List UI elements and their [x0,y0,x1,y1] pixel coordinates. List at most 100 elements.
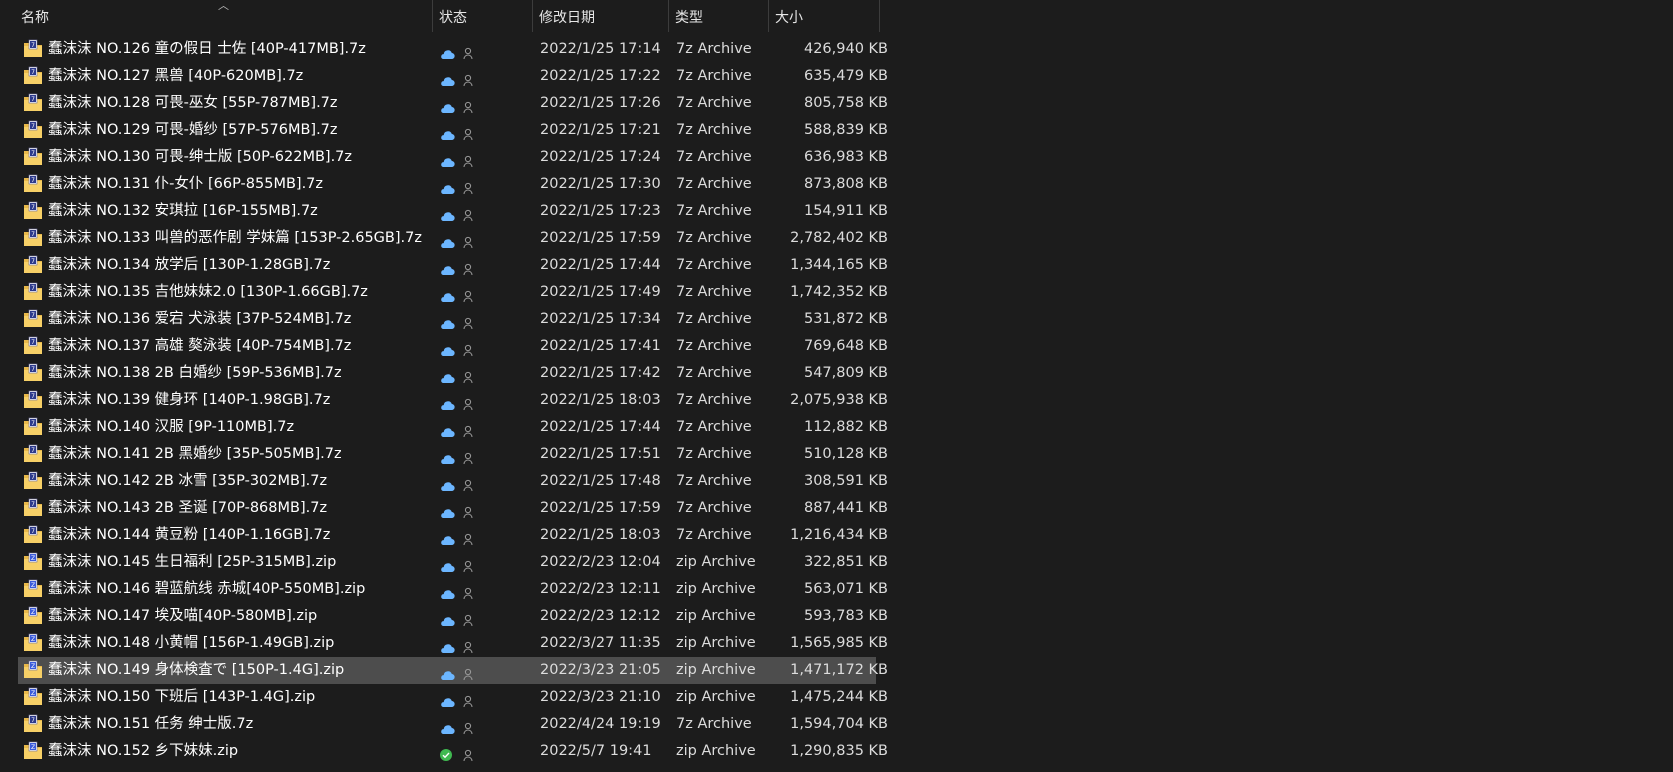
svg-text:7: 7 [31,285,35,292]
file-name: 蠢沫沫 NO.131 仆-女仆 [66P-855MB].7z [48,176,324,192]
file-row[interactable]: 7 蠢沫沫 NO.129 可畏-婚纱 [57P-576MB].7z 2022/1… [18,117,888,144]
cloud-icon [439,718,455,734]
file-row[interactable]: 7 蠢沫沫 NO.133 叫兽的恶作剧 学妹篇 [153P-2.65GB].7z… [18,225,888,252]
7z-archive-icon: 7 [23,336,43,356]
column-header-modified-label: 修改日期 [539,10,595,26]
file-status [439,495,479,522]
file-modified-date: 2022/1/25 17:30 [540,176,661,192]
file-row[interactable]: 7 蠢沫沫 NO.138 2B 白婚纱 [59P-536MB].7z 2022/… [18,360,888,387]
file-status [439,306,479,333]
file-row[interactable]: 7 蠢沫沫 NO.139 健身环 [140P-1.98GB].7z 2022/1… [18,387,888,414]
person-icon [463,205,475,221]
file-row[interactable]: Z 蠢沫沫 NO.150 下班后 [143P-1.4G].zip 2022/3/… [18,684,888,711]
file-row[interactable]: 7 蠢沫沫 NO.143 2B 圣诞 [70P-868MB].7z 2022/1… [18,495,888,522]
file-modified-date: 2022/1/25 17:48 [540,473,661,489]
file-size: 1,471,172 KB [790,662,888,678]
file-row[interactable]: 7 蠢沫沫 NO.137 高雄 獒泳装 [40P-754MB].7z 2022/… [18,333,888,360]
file-row[interactable]: 7 蠢沫沫 NO.134 放学后 [130P-1.28GB].7z 2022/1… [18,252,888,279]
person-icon [463,421,475,437]
file-modified-date: 2022/1/25 17:44 [540,419,661,435]
cloud-icon [439,286,455,302]
7z-archive-icon: 7 [23,201,43,221]
svg-text:7: 7 [31,447,35,454]
file-status [439,333,479,360]
svg-text:Z: Z [31,555,35,562]
svg-text:7: 7 [31,474,35,481]
file-modified-date: 2022/1/25 17:34 [540,311,661,327]
file-name: 蠢沫沫 NO.135 吉他妹妹2.0 [130P-1.66GB].7z [48,284,368,300]
cloud-icon [439,394,455,410]
column-header-size[interactable]: 大小 [769,0,880,32]
column-header-status[interactable]: 状态 [433,0,533,32]
zip-archive-icon: Z [23,687,43,707]
person-icon [463,745,475,761]
file-row[interactable]: 7 蠢沫沫 NO.141 2B 黑婚纱 [35P-505MB].7z 2022/… [18,441,888,468]
file-row[interactable]: 7 蠢沫沫 NO.140 汉服 [9P-110MB].7z 2022/1/25 … [18,414,888,441]
person-icon [463,43,475,59]
file-row[interactable]: 7 蠢沫沫 NO.130 可畏-绅士版 [50P-622MB].7z 2022/… [18,144,888,171]
file-row[interactable]: Z 蠢沫沫 NO.149 身体検査で [150P-1.4G].zip 2022/… [18,657,888,684]
file-row[interactable]: Z 蠢沫沫 NO.147 埃及喵[40P-580MB].zip 2022/2/2… [18,603,888,630]
cloud-icon [439,556,455,572]
cloud-icon [439,448,455,464]
file-row[interactable]: Z 蠢沫沫 NO.145 生日福利 [25P-315MB].zip 2022/2… [18,549,888,576]
file-row[interactable]: 7 蠢沫沫 NO.128 可畏-巫女 [55P-787MB].7z 2022/1… [18,90,888,117]
file-status [439,576,479,603]
person-icon [463,367,475,383]
file-row[interactable]: Z 蠢沫沫 NO.146 碧蓝航线 赤城[40P-550MB].zip 2022… [18,576,888,603]
file-name: 蠢沫沫 NO.149 身体検査で [150P-1.4G].zip [48,662,345,678]
file-row[interactable]: 7 蠢沫沫 NO.126 童の假日 士佐 [40P-417MB].7z 2022… [18,36,888,63]
file-row[interactable]: 7 蠢沫沫 NO.142 2B 冰雪 [35P-302MB].7z 2022/1… [18,468,888,495]
file-row[interactable]: 7 蠢沫沫 NO.131 仆-女仆 [66P-855MB].7z 2022/1/… [18,171,888,198]
file-status [439,738,479,765]
cloud-icon [439,70,455,86]
zip-archive-icon: Z [23,552,43,572]
file-size: 112,882 KB [803,419,888,435]
file-size: 588,839 KB [803,122,888,138]
file-row[interactable]: 7 蠢沫沫 NO.136 爱宕 犬泳装 [37P-524MB].7z 2022/… [18,306,888,333]
column-header-name[interactable]: ︿ 名称 [0,0,433,32]
file-size: 1,216,434 KB [790,527,888,543]
file-row[interactable]: 7 蠢沫沫 NO.135 吉他妹妹2.0 [130P-1.66GB].7z 20… [18,279,888,306]
file-modified-date: 2022/1/25 17:21 [540,122,661,138]
file-row[interactable]: 7 蠢沫沫 NO.151 任务 绅士版.7z 2022/4/24 19:19 7… [18,711,888,738]
file-row[interactable]: Z 蠢沫沫 NO.152 乡下妹妹.zip 2022/5/7 19:41 zip… [18,738,888,765]
file-status [439,360,479,387]
file-row[interactable]: Z 蠢沫沫 NO.148 小黄帽 [156P-1.49GB].zip 2022/… [18,630,888,657]
zip-archive-icon: Z [23,606,43,626]
cloud-icon [439,178,455,194]
svg-text:7: 7 [31,150,35,157]
7z-archive-icon: 7 [23,93,43,113]
file-name: 蠢沫沫 NO.129 可畏-婚纱 [57P-576MB].7z [48,122,338,138]
column-header-modified[interactable]: 修改日期 [533,0,669,32]
file-status [439,90,479,117]
file-status [439,441,479,468]
file-name: 蠢沫沫 NO.132 安琪拉 [16P-155MB].7z [48,203,318,219]
file-status [439,225,479,252]
column-header-name-label: 名称 [21,10,49,26]
svg-text:7: 7 [31,339,35,346]
file-modified-date: 2022/3/27 11:35 [540,635,661,651]
file-size: 769,648 KB [803,338,888,354]
svg-text:7: 7 [31,123,35,130]
person-icon [463,664,475,680]
file-row[interactable]: 7 蠢沫沫 NO.127 黑兽 [40P-620MB].7z 2022/1/25… [18,63,888,90]
file-modified-date: 2022/2/23 12:11 [540,581,661,597]
file-size: 1,290,835 KB [790,743,888,759]
file-name: 蠢沫沫 NO.140 汉服 [9P-110MB].7z [48,419,295,435]
file-row[interactable]: 7 蠢沫沫 NO.132 安琪拉 [16P-155MB].7z 2022/1/2… [18,198,888,225]
7z-archive-icon: 7 [23,714,43,734]
file-size: 308,591 KB [803,473,888,489]
person-icon [463,151,475,167]
file-modified-date: 2022/3/23 21:10 [540,689,661,705]
svg-text:Z: Z [31,690,35,697]
file-status [439,414,479,441]
column-header-type[interactable]: 类型 [669,0,769,32]
file-status [439,684,479,711]
file-row[interactable]: 7 蠢沫沫 NO.144 黄豆粉 [140P-1.16GB].7z 2022/1… [18,522,888,549]
file-modified-date: 2022/1/25 17:24 [540,149,661,165]
cloud-icon [439,43,455,59]
file-size: 1,344,165 KB [790,257,888,273]
file-name: 蠢沫沫 NO.146 碧蓝航线 赤城[40P-550MB].zip [48,581,366,597]
cloud-icon [439,610,455,626]
